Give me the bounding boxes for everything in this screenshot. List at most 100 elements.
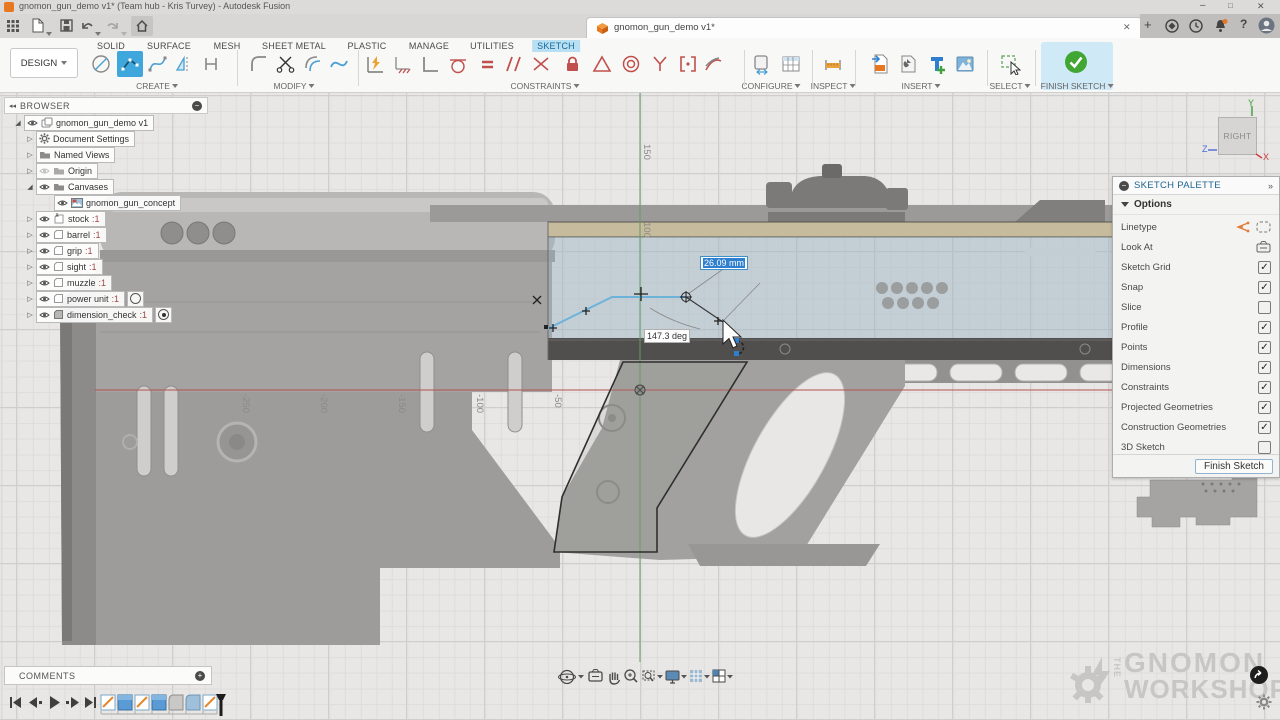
step-back-icon[interactable] [29, 697, 42, 708]
dimension-input[interactable]: 26.09 mm [700, 256, 748, 270]
palette-header[interactable]: − SKETCH PALETTE » [1113, 177, 1279, 195]
zoom-icon[interactable] [625, 670, 637, 682]
browser-item-canvas-image[interactable]: gnomon_gun_concept [54, 195, 181, 210]
create-slot-icon[interactable] [198, 51, 224, 77]
expander-expanded-icon[interactable]: ◢ [24, 183, 36, 191]
eye-icon[interactable] [57, 199, 68, 207]
modify-curve-icon[interactable] [326, 51, 352, 77]
points-checkbox[interactable]: ✓ [1258, 341, 1271, 354]
browser-item-muzzle[interactable]: ▷ muzzle:1 [24, 275, 112, 290]
activate-radio-checked[interactable] [155, 307, 172, 323]
redo-icon[interactable] [106, 19, 120, 32]
expander-expanded-icon[interactable]: ◢ [12, 119, 24, 127]
maximize-button[interactable]: □ [1228, 1, 1233, 10]
pan-icon[interactable] [610, 673, 620, 685]
expander-icon[interactable]: ▷ [24, 247, 36, 255]
save-icon[interactable] [60, 19, 73, 32]
browser-item-named-views[interactable]: ▷ Named Views [24, 147, 115, 162]
group-inspect[interactable]: INSPECT [811, 81, 856, 91]
create-mirror-icon[interactable] [171, 51, 197, 77]
finish-sketch-icon[interactable] [1063, 49, 1089, 75]
new-tab-icon[interactable]: + [1144, 17, 1152, 32]
display-settings-icon[interactable] [666, 671, 679, 683]
horizontal-vertical-icon[interactable] [417, 51, 443, 77]
browser-item-sight[interactable]: ▷ sight:1 [24, 259, 103, 274]
timeline-feature-sketch[interactable] [101, 695, 115, 710]
ordinate-dimension-icon[interactable] [389, 51, 415, 77]
expander-icon[interactable]: ▷ [24, 135, 36, 143]
timeline-feature-extrude[interactable] [152, 695, 166, 710]
coincident-icon[interactable] [647, 51, 673, 77]
close-button[interactable]: ✕ [1257, 1, 1265, 12]
skip-end-icon[interactable] [85, 697, 96, 708]
help-icon[interactable]: ? [1240, 17, 1247, 31]
3d-sketch-checkbox[interactable] [1258, 441, 1271, 454]
measure-icon[interactable] [820, 51, 846, 77]
timeline-feature-fillet[interactable] [186, 695, 200, 710]
construction-linetype-icon[interactable] [1234, 221, 1250, 233]
activate-radio-unchecked[interactable] [127, 291, 144, 307]
design-workspace-menu[interactable]: DESIGN [10, 48, 78, 78]
browser-panel-header[interactable]: ◂◂ BROWSER − [4, 97, 208, 114]
parallel-icon[interactable] [501, 51, 527, 77]
grid-settings-icon[interactable] [690, 670, 702, 682]
create-line-icon-active[interactable] [117, 51, 143, 77]
timeline-feature-extrude[interactable] [118, 695, 132, 710]
equal-icon[interactable] [474, 51, 500, 77]
select-icon[interactable] [997, 51, 1023, 77]
group-configure[interactable]: CONFIGURE [742, 81, 801, 91]
dimensions-checkbox[interactable]: ✓ [1258, 361, 1271, 374]
sketch-grid-checkbox[interactable]: ✓ [1258, 261, 1271, 274]
display-caret[interactable] [681, 675, 687, 679]
expander-icon[interactable]: ▷ [24, 311, 36, 319]
create-circle-icon[interactable] [88, 51, 114, 77]
eye-icon[interactable] [39, 215, 50, 223]
palette-options-icon[interactable]: − [1119, 181, 1129, 191]
configure-icon[interactable] [749, 51, 775, 77]
timeline-feature-sketch[interactable] [135, 695, 149, 710]
insert-svg-icon[interactable] [867, 51, 893, 77]
group-modify[interactable]: MODIFY [273, 81, 314, 91]
concentric-icon[interactable] [618, 51, 644, 77]
fix-lock-icon[interactable] [559, 51, 585, 77]
eye-icon[interactable] [39, 263, 50, 271]
timeline-feature-sketch[interactable] [203, 695, 217, 710]
construction-geometries-checkbox[interactable]: ✓ [1258, 421, 1271, 434]
orbit-icon[interactable] [559, 671, 576, 684]
browser-item-canvases[interactable]: ◢ Canvases [24, 179, 114, 194]
modify-trim-icon[interactable] [273, 51, 299, 77]
eye-icon[interactable] [39, 231, 50, 239]
eye-icon[interactable] [39, 183, 50, 191]
snap-checkbox[interactable]: ✓ [1258, 281, 1271, 294]
look-at-icon[interactable] [1256, 241, 1271, 253]
axis-x-label[interactable]: X [1263, 152, 1269, 162]
browser-item-grip[interactable]: ▷ grip:1 [24, 243, 99, 258]
fit-icon[interactable] [643, 671, 654, 681]
options-section-header[interactable]: Options [1113, 195, 1279, 215]
profile-checkbox[interactable]: ✓ [1258, 321, 1271, 334]
file-menu-icon[interactable] [32, 18, 44, 33]
eye-hidden-icon[interactable] [39, 167, 50, 175]
eye-icon[interactable] [39, 247, 50, 255]
step-forward-icon[interactable] [66, 697, 79, 708]
expander-icon[interactable]: ▷ [24, 231, 36, 239]
group-create[interactable]: CREATE [136, 81, 178, 91]
comments-options-icon[interactable]: + [195, 671, 205, 681]
group-select[interactable]: SELECT [989, 81, 1030, 91]
browser-item-dimension-check[interactable]: ▷ dimension_check:1 [24, 307, 172, 322]
centerline-linetype-icon[interactable] [1256, 221, 1271, 233]
browser-item-origin[interactable]: ▷ Origin [24, 163, 98, 178]
fit-caret[interactable] [657, 675, 663, 679]
modify-fillet-icon[interactable] [246, 51, 272, 77]
viewports-caret[interactable] [727, 675, 733, 679]
browser-item-barrel[interactable]: ▷ barrel:1 [24, 227, 107, 242]
group-finish-sketch[interactable]: FINISH SKETCH [1041, 81, 1114, 91]
constraints-checkbox[interactable]: ✓ [1258, 381, 1271, 394]
create-spline-icon[interactable] [144, 51, 170, 77]
group-constraints[interactable]: CONSTRAINTS [511, 81, 580, 91]
group-insert[interactable]: INSERT [901, 81, 940, 91]
palette-collapse-icon[interactable]: » [1268, 181, 1273, 191]
insert-canvas-icon[interactable] [952, 51, 978, 77]
expander-icon[interactable]: ▷ [24, 295, 36, 303]
document-tab[interactable]: gnomon_gun_demo v1* ✕ [586, 17, 1142, 39]
